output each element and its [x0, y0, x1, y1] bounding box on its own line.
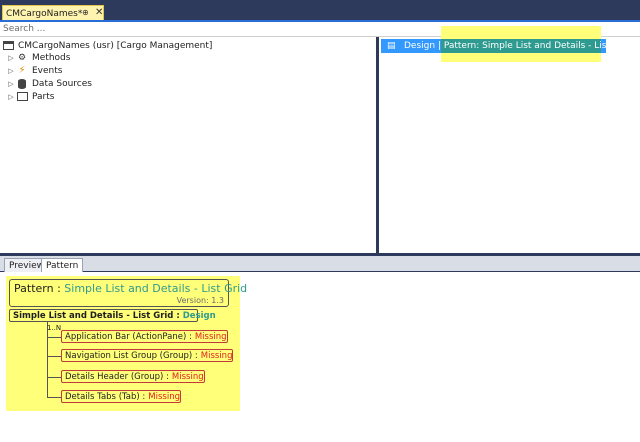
document-tab-title: CMCargoNames* [6, 9, 83, 19]
design-node-label: Design | Pattern: Simple List and Detail… [404, 41, 632, 51]
expand-arrow-icon[interactable]: ▷ [6, 67, 16, 75]
child-status: Missing [171, 371, 204, 382]
tab-pattern[interactable]: Pattern [41, 258, 84, 272]
data-sources-icon [16, 78, 28, 89]
events-icon: ⚡ [18, 65, 26, 76]
methods-icon: ⚙ [17, 52, 27, 63]
element-tree-pane: CMCargoNames (usr) [Cargo Management] ▷ … [0, 37, 376, 253]
tree-root-label: CMCargoNames (usr) [Cargo Management] [18, 40, 213, 51]
pin-icon[interactable]: ⊕ [82, 8, 89, 17]
child-label: Navigation List Group (Group) : [65, 350, 198, 361]
pattern-version: Version: 1.3 [176, 296, 224, 305]
pattern-child-navigation-list-group[interactable]: Navigation List Group (Group) : Missing [61, 349, 234, 362]
parts-icon [16, 91, 28, 102]
tree-item-data-sources[interactable]: ▷ Data Sources [6, 77, 92, 90]
pattern-tree-branch [47, 397, 61, 398]
pattern-label: Pattern : [14, 282, 61, 295]
child-label: Details Header (Group) : [65, 371, 169, 382]
child-status: Missing [148, 391, 180, 402]
child-status: Missing [194, 331, 227, 342]
pattern-tree-branch [47, 337, 61, 338]
tree-item-label: Events [32, 65, 63, 76]
form-designer-window: CMCargoNames* ⊕ ✕ CMCargoNames (usr) [Ca… [0, 0, 640, 442]
expand-arrow-icon[interactable]: ▷ [6, 93, 16, 101]
expand-arrow-icon[interactable]: ▷ [6, 54, 16, 62]
design-node-status: Design [182, 310, 216, 321]
cardinality-label: 1..N [47, 324, 62, 332]
child-status: Missing [200, 350, 233, 361]
tree-item-parts[interactable]: ▷ Parts [6, 90, 54, 103]
close-icon[interactable]: ✕ [95, 7, 103, 18]
tree-item-label: Data Sources [32, 78, 92, 89]
document-tab-strip: CMCargoNames* ⊕ ✕ [0, 0, 640, 22]
form-icon [2, 40, 14, 51]
pattern-child-application-bar[interactable]: Application Bar (ActionPane) : Missing [61, 330, 228, 343]
pattern-tree-branch [47, 377, 61, 378]
pattern-child-details-header[interactable]: Details Header (Group) : Missing [61, 370, 205, 383]
bottom-tab-strip: Preview Pattern [0, 256, 640, 272]
pattern-design-node[interactable]: Simple List and Details - List Grid : De… [9, 309, 216, 322]
tree-item-label: Parts [32, 91, 55, 102]
pattern-header: Pattern : Simple List and Details - List… [9, 279, 247, 307]
pattern-child-details-tabs[interactable]: Details Tabs (Tab) : Missing [61, 390, 181, 403]
tree-item-methods[interactable]: ▷ ⚙ Methods [6, 51, 70, 64]
expand-arrow-icon[interactable]: ▷ [6, 80, 16, 88]
design-node-name: Simple List and Details - List Grid : [13, 310, 180, 321]
design-tree-pane [379, 37, 640, 253]
pattern-name: Simple List and Details - List Grid [64, 282, 248, 295]
tree-item-label: Methods [32, 52, 71, 63]
child-label: Details Tabs (Tab) : [65, 391, 146, 402]
pattern-tree-branch [47, 356, 61, 357]
pattern-title: Pattern : Simple List and Details - List… [14, 282, 247, 295]
pattern-tree-connector [47, 322, 48, 397]
child-label: Application Bar (ActionPane) : [65, 331, 192, 342]
tree-item-events[interactable]: ▷ ⚡ Events [6, 64, 62, 77]
design-icon: ▤ [387, 41, 396, 51]
